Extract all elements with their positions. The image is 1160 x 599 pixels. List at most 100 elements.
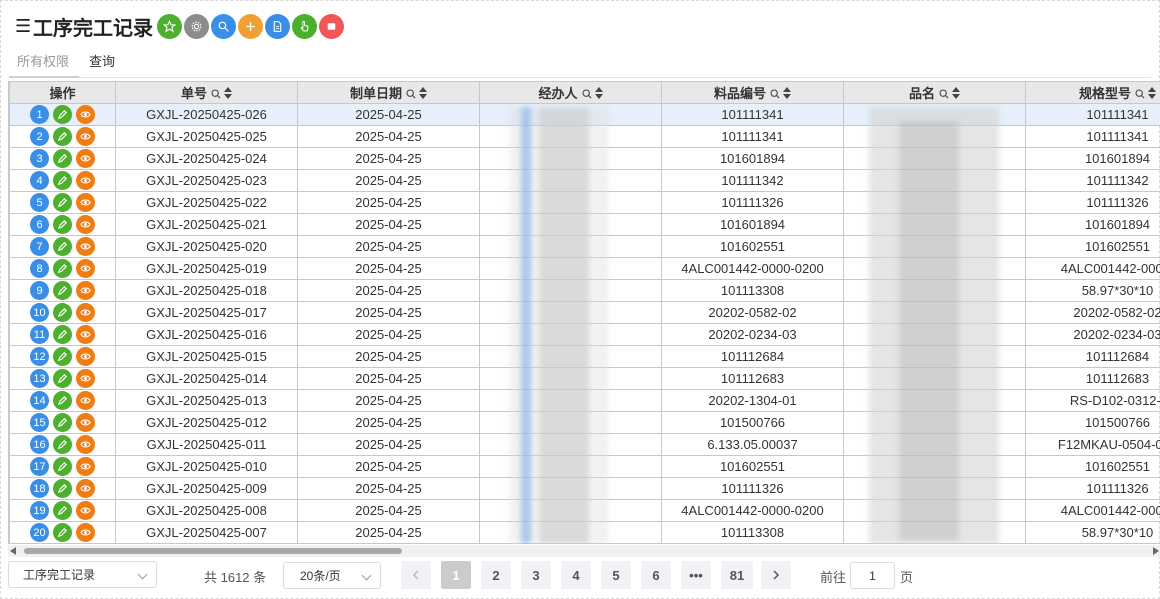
column-header[interactable]: 经办人 <box>479 81 662 104</box>
view-select[interactable]: 工序完工记录 <box>8 561 157 588</box>
table-row[interactable]: 9 GXJL-20250425-018 2025-04-25 101113308 58.… <box>9 279 1160 302</box>
edit-button[interactable] <box>53 391 72 410</box>
edit-button[interactable] <box>53 171 72 190</box>
edit-button[interactable] <box>53 149 72 168</box>
page-button[interactable]: 4 <box>561 561 591 589</box>
edit-button[interactable] <box>53 457 72 476</box>
column-header[interactable]: 单号 <box>115 81 298 104</box>
scroll-right-icon[interactable] <box>1153 547 1159 555</box>
close-button[interactable] <box>319 13 344 39</box>
page-button[interactable]: 3 <box>521 561 551 589</box>
edit-button[interactable] <box>53 259 72 278</box>
favorite-button[interactable] <box>157 13 182 39</box>
page-size-select[interactable]: 20条/页 <box>283 562 381 589</box>
table-row[interactable]: 19 GXJL-20250425-008 2025-04-25 4ALC001442-… <box>9 499 1160 522</box>
view-button[interactable] <box>76 237 95 256</box>
scroll-left-icon[interactable] <box>10 547 16 555</box>
edit-button[interactable] <box>53 281 72 300</box>
search-button[interactable] <box>211 13 236 39</box>
edit-button[interactable] <box>53 325 72 344</box>
export-button[interactable] <box>265 13 290 39</box>
horizontal-scrollbar[interactable] <box>8 545 1160 557</box>
page-button[interactable]: 2 <box>481 561 511 589</box>
table-row[interactable]: 13 GXJL-20250425-014 2025-04-25 101112683 10… <box>9 367 1160 390</box>
table-row[interactable]: 15 GXJL-20250425-012 2025-04-25 101500766 10… <box>9 411 1160 434</box>
table-row[interactable]: 5 GXJL-20250425-022 2025-04-25 101111326 101… <box>9 191 1160 214</box>
tab-all-permissions[interactable]: 所有权限 <box>17 51 69 78</box>
table-row[interactable]: 1 GXJL-20250425-026 2025-04-25 101111341 101… <box>9 103 1160 126</box>
sort-icon[interactable] <box>783 87 791 99</box>
view-button[interactable] <box>76 435 95 454</box>
view-button[interactable] <box>76 479 95 498</box>
settings-button[interactable] <box>184 13 209 39</box>
view-button[interactable] <box>76 259 95 278</box>
next-page-button[interactable] <box>761 561 791 589</box>
view-button[interactable] <box>76 523 95 542</box>
menu-icon[interactable]: ☰ <box>15 16 31 37</box>
edit-button[interactable] <box>53 347 72 366</box>
search-icon[interactable] <box>770 89 780 99</box>
view-button[interactable] <box>76 215 95 234</box>
table-row[interactable]: 7 GXJL-20250425-020 2025-04-25 101602551 101… <box>9 235 1160 258</box>
prev-page-button[interactable] <box>401 561 431 589</box>
table-row[interactable]: 18 GXJL-20250425-009 2025-04-25 101111326 10… <box>9 477 1160 500</box>
view-button[interactable] <box>76 281 95 300</box>
add-button[interactable] <box>238 13 263 39</box>
hand-button[interactable] <box>292 13 317 39</box>
edit-button[interactable] <box>53 193 72 212</box>
view-button[interactable] <box>76 457 95 476</box>
column-header[interactable]: 制单日期 <box>297 81 480 104</box>
goto-page-input[interactable]: 1 <box>850 562 895 589</box>
page-button[interactable]: 1 <box>441 561 471 589</box>
search-icon[interactable] <box>939 89 949 99</box>
edit-button[interactable] <box>53 413 72 432</box>
column-header[interactable]: 规格型号 <box>1025 81 1160 104</box>
search-icon[interactable] <box>581 89 592 99</box>
table-row[interactable]: 2 GXJL-20250425-025 2025-04-25 101111341 101… <box>9 125 1160 148</box>
column-header[interactable]: 料品编号 <box>661 81 844 104</box>
more-pages-button[interactable]: ••• <box>681 561 711 589</box>
search-icon[interactable] <box>211 89 221 99</box>
view-button[interactable] <box>76 171 95 190</box>
column-header[interactable]: 品名 <box>843 81 1026 104</box>
scrollbar-thumb[interactable] <box>24 548 402 554</box>
view-button[interactable] <box>76 501 95 520</box>
view-button[interactable] <box>76 303 95 322</box>
table-row[interactable]: 20 GXJL-20250425-007 2025-04-25 101113308 58… <box>9 521 1160 544</box>
sort-icon[interactable] <box>224 87 232 99</box>
table-row[interactable]: 12 GXJL-20250425-015 2025-04-25 101112684 10… <box>9 345 1160 368</box>
table-row[interactable]: 3 GXJL-20250425-024 2025-04-25 101601894 101… <box>9 147 1160 170</box>
view-button[interactable] <box>76 193 95 212</box>
edit-button[interactable] <box>53 215 72 234</box>
view-button[interactable] <box>76 105 95 124</box>
page-button[interactable]: 6 <box>641 561 671 589</box>
view-button[interactable] <box>76 325 95 344</box>
table-row[interactable]: 6 GXJL-20250425-021 2025-04-25 101601894 101… <box>9 213 1160 236</box>
edit-button[interactable] <box>53 303 72 322</box>
view-button[interactable] <box>76 391 95 410</box>
search-icon[interactable] <box>1135 89 1145 99</box>
table-row[interactable]: 4 GXJL-20250425-023 2025-04-25 101111342 101… <box>9 169 1160 192</box>
table-row[interactable]: 16 GXJL-20250425-011 2025-04-25 6.133.05.00… <box>9 433 1160 456</box>
page-button[interactable]: 81 <box>721 561 753 589</box>
sort-icon[interactable] <box>419 87 427 99</box>
view-button[interactable] <box>76 413 95 432</box>
edit-button[interactable] <box>53 479 72 498</box>
tab-query[interactable]: 查询 <box>89 51 115 78</box>
table-row[interactable]: 8 GXJL-20250425-019 2025-04-25 4ALC001442-0… <box>9 257 1160 280</box>
table-row[interactable]: 14 GXJL-20250425-013 2025-04-25 20202-1304-… <box>9 389 1160 412</box>
table-row[interactable]: 10 GXJL-20250425-017 2025-04-25 20202-0582-… <box>9 301 1160 324</box>
edit-button[interactable] <box>53 127 72 146</box>
search-icon[interactable] <box>406 89 416 99</box>
table-row[interactable]: 11 GXJL-20250425-016 2025-04-25 20202-0234-… <box>9 323 1160 346</box>
edit-button[interactable] <box>53 369 72 388</box>
sort-icon[interactable] <box>952 87 960 99</box>
view-button[interactable] <box>76 369 95 388</box>
sort-icon[interactable] <box>1148 87 1156 99</box>
sort-icon[interactable] <box>594 87 603 99</box>
view-button[interactable] <box>76 127 95 146</box>
page-button[interactable]: 5 <box>601 561 631 589</box>
view-button[interactable] <box>76 149 95 168</box>
edit-button[interactable] <box>53 105 72 124</box>
view-button[interactable] <box>76 347 95 366</box>
